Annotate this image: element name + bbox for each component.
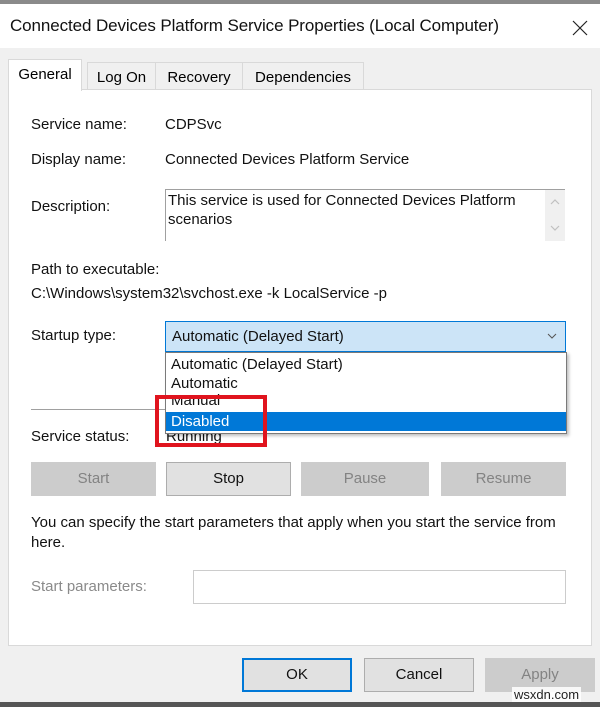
display-name-label: Display name: <box>31 151 127 168</box>
scroll-up-icon[interactable] <box>549 196 561 208</box>
service-name-value: CDPSvc <box>165 116 222 133</box>
watermark: wsxdn.com <box>512 687 582 702</box>
description-label: Description: <box>31 198 111 215</box>
service-status-label: Service status: <box>31 428 130 445</box>
start-params-input[interactable] <box>193 570 566 604</box>
tab-recovery[interactable]: Recovery <box>155 62 243 90</box>
option-manual[interactable]: Manual <box>166 393 566 411</box>
path-value: C:\Windows\system32\svchost.exe -k Local… <box>31 285 387 302</box>
startup-type-dropdown: Automatic (Delayed Start) Automatic Manu… <box>165 352 567 434</box>
title-bar: Connected Devices Platform Service Prope… <box>0 4 600 48</box>
background-strip-bottom <box>0 702 600 707</box>
option-automatic[interactable]: Automatic <box>166 374 566 393</box>
tab-dependencies[interactable]: Dependencies <box>242 62 364 90</box>
option-disabled[interactable]: Disabled <box>166 412 566 431</box>
stop-button[interactable]: Stop <box>166 462 291 496</box>
pause-button[interactable]: Pause <box>301 462 429 496</box>
chevron-down-icon <box>547 333 557 339</box>
scroll-down-icon[interactable] <box>549 222 561 234</box>
close-icon <box>572 20 588 36</box>
description-scrollbar[interactable] <box>545 190 565 241</box>
resume-button[interactable]: Resume <box>441 462 566 496</box>
start-params-label: Start parameters: <box>31 578 147 595</box>
startup-type-select[interactable]: Automatic (Delayed Start) <box>165 321 566 352</box>
service-name-label: Service name: <box>31 116 127 133</box>
description-box[interactable]: This service is used for Connected Devic… <box>165 189 565 241</box>
startup-type-value: Automatic (Delayed Start) <box>172 328 344 345</box>
close-button[interactable] <box>560 8 600 48</box>
ok-button[interactable]: OK <box>242 658 352 692</box>
startup-type-label: Startup type: <box>31 327 117 344</box>
tab-general[interactable]: General <box>8 59 82 91</box>
option-automatic-delayed[interactable]: Automatic (Delayed Start) <box>166 355 566 374</box>
cancel-button[interactable]: Cancel <box>364 658 474 692</box>
start-button[interactable]: Start <box>31 462 156 496</box>
start-params-info: You can specify the start parameters tha… <box>31 514 556 551</box>
display-name-value: Connected Devices Platform Service <box>165 151 410 168</box>
window-title: Connected Devices Platform Service Prope… <box>10 16 499 35</box>
path-label: Path to executable: <box>31 261 160 278</box>
tab-log-on[interactable]: Log On <box>87 62 156 90</box>
description-text: This service is used for Connected Devic… <box>168 192 516 228</box>
